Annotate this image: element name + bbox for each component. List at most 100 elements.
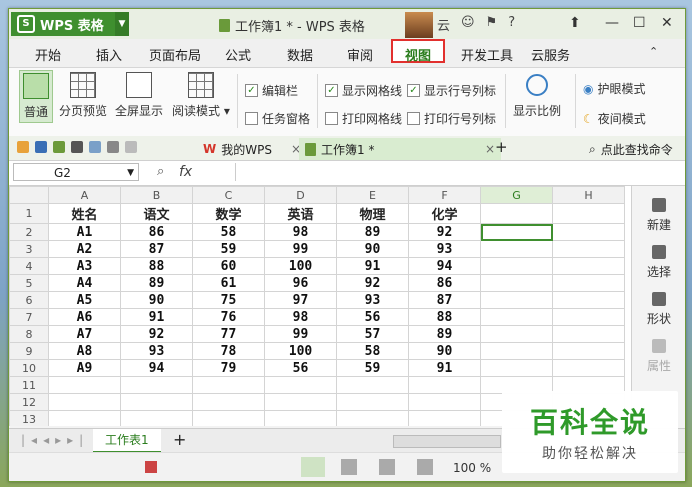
cell[interactable]	[120, 376, 193, 394]
cell[interactable]: 化学	[408, 203, 481, 224]
col-header-f[interactable]: F	[408, 186, 481, 204]
row-header[interactable]: 8	[9, 325, 49, 343]
cell[interactable]: 87	[408, 291, 481, 309]
cell[interactable]	[480, 291, 553, 309]
cell[interactable]	[264, 376, 337, 394]
cell[interactable]	[552, 359, 625, 377]
tab-insert[interactable]: 插入	[96, 45, 122, 64]
page-break-preview-button[interactable]: 分页预览	[59, 72, 107, 119]
cell[interactable]: 100	[264, 342, 337, 360]
cell[interactable]	[336, 376, 409, 394]
row-header[interactable]: 2	[9, 223, 49, 241]
cell[interactable]	[480, 342, 553, 360]
close-icon[interactable]: ×	[485, 142, 495, 156]
chevron-down-icon[interactable]: ▼	[127, 164, 134, 182]
cell[interactable]: 98	[264, 308, 337, 326]
cloud-badge[interactable]: 云	[437, 15, 450, 34]
cell[interactable]: 94	[120, 359, 193, 377]
add-sheet-button[interactable]: +	[173, 430, 186, 449]
cell[interactable]	[552, 203, 625, 224]
macro-icon[interactable]	[145, 461, 157, 473]
cell[interactable]	[48, 410, 121, 426]
col-header-c[interactable]: C	[192, 186, 265, 204]
cell[interactable]: 语文	[120, 203, 193, 224]
cell[interactable]: 86	[120, 223, 193, 241]
cell[interactable]: 92	[120, 325, 193, 343]
zoom-search-icon[interactable]: ⌕	[157, 164, 164, 179]
cell[interactable]: A4	[48, 274, 121, 292]
cell[interactable]: 92	[408, 223, 481, 241]
col-header-g[interactable]: G	[480, 186, 553, 204]
cell[interactable]	[192, 376, 265, 394]
col-header-a[interactable]: A	[48, 186, 121, 204]
cell[interactable]: 93	[336, 291, 409, 309]
cell[interactable]: 58	[192, 223, 265, 241]
chevron-down-icon[interactable]: ▼	[115, 12, 129, 36]
zoom-level[interactable]: 100 %	[453, 461, 491, 475]
cell[interactable]: A3	[48, 257, 121, 275]
cell[interactable]: 90	[120, 291, 193, 309]
cell[interactable]: 英语	[264, 203, 337, 224]
row-header[interactable]: 6	[9, 291, 49, 309]
cell[interactable]: 100	[264, 257, 337, 275]
eye-mode-button[interactable]: ◉ 护眼模式	[583, 80, 646, 97]
cell[interactable]: A1	[48, 223, 121, 241]
cell[interactable]	[480, 240, 553, 258]
cell[interactable]: 75	[192, 291, 265, 309]
cell[interactable]	[192, 393, 265, 411]
cell[interactable]: 姓名	[48, 203, 121, 224]
cell[interactable]: A5	[48, 291, 121, 309]
select-button[interactable]: 选择	[632, 245, 685, 280]
undo-icon[interactable]	[107, 141, 119, 153]
cell[interactable]: 88	[120, 257, 193, 275]
cell[interactable]: 99	[264, 240, 337, 258]
row-header[interactable]: 10	[9, 359, 49, 377]
cell[interactable]: 86	[408, 274, 481, 292]
app-menu-button[interactable]: S WPS 表格 ▼	[11, 12, 129, 36]
cell[interactable]: 91	[408, 359, 481, 377]
cell[interactable]	[552, 308, 625, 326]
cell[interactable]: 99	[264, 325, 337, 343]
cell[interactable]	[408, 393, 481, 411]
cell[interactable]: 57	[336, 325, 409, 343]
more-icon[interactable]	[125, 141, 137, 153]
restore-icon[interactable]: ⬆	[569, 15, 581, 31]
row-header[interactable]: 1	[9, 203, 49, 224]
normal-view-status-icon[interactable]	[301, 457, 325, 477]
cell[interactable]: 56	[264, 359, 337, 377]
cell[interactable]: 76	[192, 308, 265, 326]
normal-view-button[interactable]: 普通	[19, 70, 53, 123]
horizontal-scrollbar[interactable]	[393, 435, 501, 448]
row-header[interactable]: 13	[9, 410, 49, 426]
cell[interactable]: 94	[408, 257, 481, 275]
cell[interactable]: 79	[192, 359, 265, 377]
cell[interactable]	[48, 393, 121, 411]
cell[interactable]	[336, 393, 409, 411]
show-gridlines-checkbox[interactable]: ✓ 显示网格线	[325, 82, 402, 99]
row-header[interactable]: 9	[9, 342, 49, 360]
sheet-nav-arrows[interactable]: |◂◂▸▸|	[21, 433, 89, 447]
shirt-icon[interactable]: ⚑	[486, 15, 498, 34]
add-tab-button[interactable]: +	[495, 138, 508, 156]
col-header-e[interactable]: E	[336, 186, 409, 204]
print-gridlines-checkbox[interactable]: 打印网格线	[325, 110, 402, 127]
tab-home[interactable]: 开始	[35, 45, 61, 64]
row-header[interactable]: 4	[9, 257, 49, 275]
row-header[interactable]: 11	[9, 376, 49, 394]
name-box[interactable]: G2 ▼	[13, 163, 139, 181]
shape-button[interactable]: 形状	[632, 292, 685, 327]
col-header-h[interactable]: H	[552, 186, 625, 204]
cell[interactable]: 61	[192, 274, 265, 292]
cell[interactable]: 物理	[336, 203, 409, 224]
cell[interactable]: 89	[408, 325, 481, 343]
cell[interactable]: 数学	[192, 203, 265, 224]
cell[interactable]: A7	[48, 325, 121, 343]
cell[interactable]: 97	[264, 291, 337, 309]
cell[interactable]	[480, 257, 553, 275]
cell[interactable]	[480, 203, 553, 224]
cell[interactable]	[480, 359, 553, 377]
row-header[interactable]: 12	[9, 393, 49, 411]
command-search[interactable]: ⌕ 点此查找命令	[583, 138, 679, 160]
export-pdf-icon[interactable]	[53, 141, 65, 153]
col-header-b[interactable]: B	[120, 186, 193, 204]
